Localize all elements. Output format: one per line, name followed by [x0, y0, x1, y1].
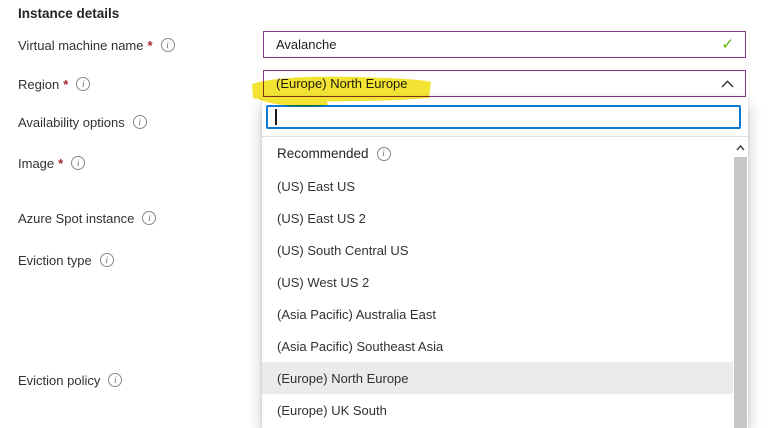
label-text: Availability options — [18, 115, 125, 130]
region-search-input[interactable] — [266, 105, 741, 129]
option-southeast-asia[interactable]: (Asia Pacific) Southeast Asia — [262, 330, 733, 362]
region-options-list: Recommended i (US) East US (US) East US … — [262, 137, 748, 426]
label-text: Virtual machine name — [18, 38, 144, 53]
label-text: Eviction policy — [18, 373, 100, 388]
scrollbar-thumb[interactable] — [734, 157, 747, 428]
dropdown-scrollbar[interactable] — [733, 140, 748, 428]
option-north-europe[interactable]: (Europe) North Europe — [262, 362, 733, 394]
region-selected-value: (Europe) North Europe — [264, 76, 721, 91]
required-marker: * — [148, 38, 153, 53]
label-availability-options: Availability options i — [18, 114, 147, 130]
option-australia-east[interactable]: (Asia Pacific) Australia East — [262, 298, 733, 330]
option-south-central-us[interactable]: (US) South Central US — [262, 234, 733, 266]
info-icon[interactable]: i — [161, 38, 175, 52]
option-east-us[interactable]: (US) East US — [262, 170, 733, 202]
label-eviction-type: Eviction type i — [18, 252, 114, 268]
label-image: Image * i — [18, 155, 85, 171]
label-text: Image — [18, 156, 54, 171]
dropdown-search-area — [262, 97, 748, 137]
info-icon[interactable]: i — [76, 77, 90, 91]
chevron-up-icon — [721, 80, 745, 88]
info-icon[interactable]: i — [71, 156, 85, 170]
info-icon[interactable]: i — [133, 115, 147, 129]
required-marker: * — [63, 77, 68, 92]
section-title: Instance details — [18, 6, 119, 21]
label-text: Region — [18, 77, 59, 92]
required-marker: * — [58, 156, 63, 171]
option-uk-south[interactable]: (Europe) UK South — [262, 394, 733, 426]
group-header-text: Recommended — [277, 146, 369, 161]
label-azure-spot-instance: Azure Spot instance i — [18, 210, 156, 226]
valid-check-icon: ✓ — [721, 37, 745, 52]
group-header-recommended: Recommended i — [262, 137, 748, 170]
info-icon[interactable]: i — [142, 211, 156, 225]
option-west-us-2[interactable]: (US) West US 2 — [262, 266, 733, 298]
region-combobox[interactable]: (Europe) North Europe — [263, 70, 746, 97]
option-east-us-2[interactable]: (US) East US 2 — [262, 202, 733, 234]
vm-name-input[interactable] — [264, 32, 721, 57]
label-virtual-machine-name: Virtual machine name * i — [18, 37, 175, 53]
scroll-up-arrow-icon[interactable] — [733, 140, 748, 156]
label-text: Azure Spot instance — [18, 211, 134, 226]
info-icon[interactable]: i — [100, 253, 114, 267]
region-dropdown-panel: Recommended i (US) East US (US) East US … — [262, 97, 748, 428]
instance-details-form: { "section": { "title": "Instance detail… — [0, 0, 769, 413]
info-icon[interactable]: i — [377, 147, 391, 161]
label-text: Eviction type — [18, 253, 92, 268]
label-eviction-policy: Eviction policy i — [18, 372, 122, 388]
info-icon[interactable]: i — [108, 373, 122, 387]
vm-name-field[interactable]: ✓ — [263, 31, 746, 58]
label-region: Region * i — [18, 76, 90, 92]
